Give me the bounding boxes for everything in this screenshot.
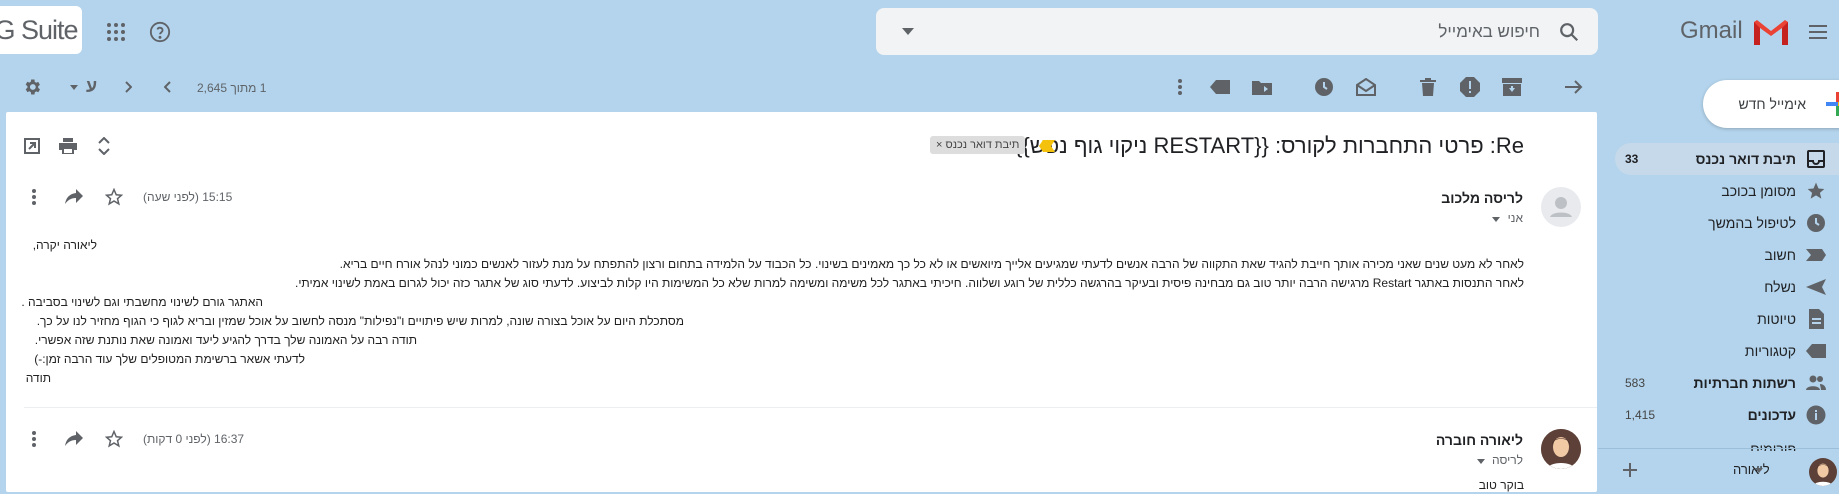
send-icon [1806, 279, 1826, 295]
sidebar-item-label: עדכונים [1747, 407, 1796, 423]
sidebar-item-label: טיוטות [1757, 311, 1796, 327]
body-line: לאחר לא מעט שנים שאני מכירה אותך חייבת ל… [339, 257, 1524, 271]
inbox-label-chip: תיבת דואר נכנס × [930, 136, 1026, 154]
sidebar-item-updates[interactable]: 1,415 עדכונים [1615, 399, 1839, 431]
delete-icon[interactable] [1416, 75, 1440, 99]
sidebar-item-label: מסומן בכוכב [1721, 183, 1796, 199]
clock-icon [1807, 214, 1825, 232]
recipient-text[interactable]: לריסה [1476, 453, 1523, 467]
recipient-name: אני [1507, 211, 1523, 225]
hangouts-status-dropdown-icon[interactable] [1754, 466, 1764, 474]
newer-chevron-icon[interactable] [116, 75, 140, 99]
body-line: האתגר גורם לשינוי מחשבתי וגם לשינוי בסבי… [21, 295, 263, 309]
message-time: 16:37 (לפני 0 דקות) [143, 432, 245, 446]
sender-name[interactable]: ליאורה חוברה [1436, 432, 1523, 448]
remove-label-button[interactable]: × [936, 139, 942, 151]
search-icon[interactable] [1556, 19, 1582, 45]
info-icon [1806, 405, 1826, 425]
search-options-dropdown-icon[interactable] [896, 20, 920, 44]
important-marker-icon[interactable] [1038, 138, 1056, 154]
older-chevron-icon[interactable] [156, 75, 180, 99]
star-icon[interactable] [102, 427, 126, 451]
sidebar-item-label: חשוב [1764, 247, 1796, 263]
reply-icon[interactable] [62, 427, 86, 451]
help-icon[interactable] [148, 20, 172, 44]
compose-label: אימייל חדש [1738, 96, 1806, 112]
important-icon [1806, 249, 1826, 261]
sidebar-item-categories[interactable]: קטגוריות [1615, 335, 1839, 367]
recipient-name: לריסה [1491, 453, 1523, 467]
message-time: 15:15 (לפני שעה) [143, 190, 233, 204]
pagination-text: 1 מתוך 2,645 [197, 81, 267, 95]
print-icon[interactable] [56, 134, 80, 158]
draft-icon [1809, 309, 1824, 329]
sidebar-item-label: תיבת דואר נכנס [1695, 151, 1796, 167]
body-line: ליאורה יקרה, [32, 238, 97, 252]
sidebar-item-label: רשתות חברתיות [1693, 375, 1796, 391]
sidebar-item-label: לטיפול בהמשך [1708, 215, 1796, 231]
reply-icon[interactable] [62, 185, 86, 209]
message-view: Re: פרטי התחברות לקורס: {{RESTART ניקוי … [6, 112, 1597, 492]
back-to-inbox-arrow-icon[interactable] [1562, 75, 1586, 99]
sidebar-count: 1,415 [1625, 408, 1656, 422]
add-contact-plus-icon[interactable] [1622, 462, 1638, 478]
label-icon [1806, 344, 1826, 358]
body-line: לדעתי אשאר ברשימת המטופלים שלך עוד הרבה … [34, 352, 305, 366]
sidebar-item-snoozed[interactable]: לטיפול בהמשך [1615, 207, 1839, 239]
label-chip-text: תיבת דואר נכנס [945, 139, 1020, 151]
main-menu-icon[interactable] [1806, 20, 1830, 44]
open-new-window-icon[interactable] [20, 134, 44, 158]
message-more-icon[interactable] [22, 427, 46, 451]
hangouts-user-name[interactable]: ליאורה [1733, 462, 1770, 477]
sidebar-item-important[interactable]: חשוב [1615, 239, 1839, 271]
inbox-icon [1807, 150, 1825, 168]
compose-button[interactable]: אימייל חדש [1703, 80, 1839, 128]
sidebar-count: 33 [1625, 152, 1639, 166]
mark-unread-icon[interactable] [1354, 75, 1378, 99]
sidebar-item-inbox[interactable]: 33 תיבת דואר נכנס [1615, 143, 1839, 175]
thread-subject: Re: פרטי התחברות לקורס: {{RESTART ניקוי … [1015, 133, 1524, 158]
report-spam-icon[interactable] [1458, 75, 1482, 99]
message-divider [24, 407, 1597, 408]
settings-icon[interactable] [20, 75, 44, 99]
sender-avatar [1541, 187, 1581, 227]
search-input[interactable]: חיפוש באימייל [1438, 8, 1540, 55]
recipient-text[interactable]: אני [1492, 211, 1523, 225]
hangouts-user-avatar[interactable] [1809, 458, 1837, 486]
sender-name[interactable]: לריסה מלכוב [1441, 190, 1523, 206]
gmail-logo-icon[interactable] [1751, 16, 1791, 48]
star-icon [1807, 182, 1825, 199]
expand-all-icon[interactable] [92, 134, 116, 158]
star-icon[interactable] [102, 185, 126, 209]
body-line: בוקר טוב [1478, 478, 1524, 492]
people-icon [1806, 375, 1826, 390]
sidebar-item-social[interactable]: 583 רשתות חברתיות [1615, 367, 1839, 399]
gmail-wordmark: Gmail [1680, 17, 1743, 44]
snooze-icon[interactable] [1312, 75, 1336, 99]
input-tool-button[interactable]: ע [86, 76, 97, 97]
sidebar-count: 583 [1625, 376, 1646, 390]
hangouts-divider [1598, 448, 1839, 449]
sidebar-item-sent[interactable]: נשלח [1615, 271, 1839, 303]
search-bar[interactable]: חיפוש באימייל [876, 8, 1598, 55]
input-tools-dropdown-icon[interactable] [62, 75, 86, 99]
label-as-icon[interactable] [1208, 75, 1232, 99]
sidebar-item-starred[interactable]: מסומן בכוכב [1615, 175, 1839, 207]
apps-grid-icon[interactable] [104, 20, 128, 44]
sidebar-item-label: נשלח [1764, 279, 1796, 295]
message-more-icon[interactable] [22, 185, 46, 209]
body-line: תודה רבה על האמונה שלך בדרך להגיע ליעד ו… [34, 333, 417, 347]
move-to-icon[interactable] [1250, 75, 1274, 99]
body-line: תודה [25, 371, 51, 385]
sidebar-item-drafts[interactable]: טיוטות [1615, 303, 1839, 335]
more-vert-icon[interactable] [1168, 75, 1192, 99]
body-line: מסתכלת היום על אוכל בצורה שונה, למרות שי… [36, 314, 684, 328]
archive-icon[interactable] [1500, 75, 1524, 99]
sender-avatar-photo [1541, 429, 1581, 469]
sidebar-item-label: קטגוריות [1744, 343, 1796, 359]
body-line: לאחר התנסות באתגר Restart מרגישה הרבה יו… [294, 276, 1524, 290]
compose-plus-icon [1826, 92, 1839, 116]
gsuite-logo[interactable]: G Suite [0, 6, 82, 54]
